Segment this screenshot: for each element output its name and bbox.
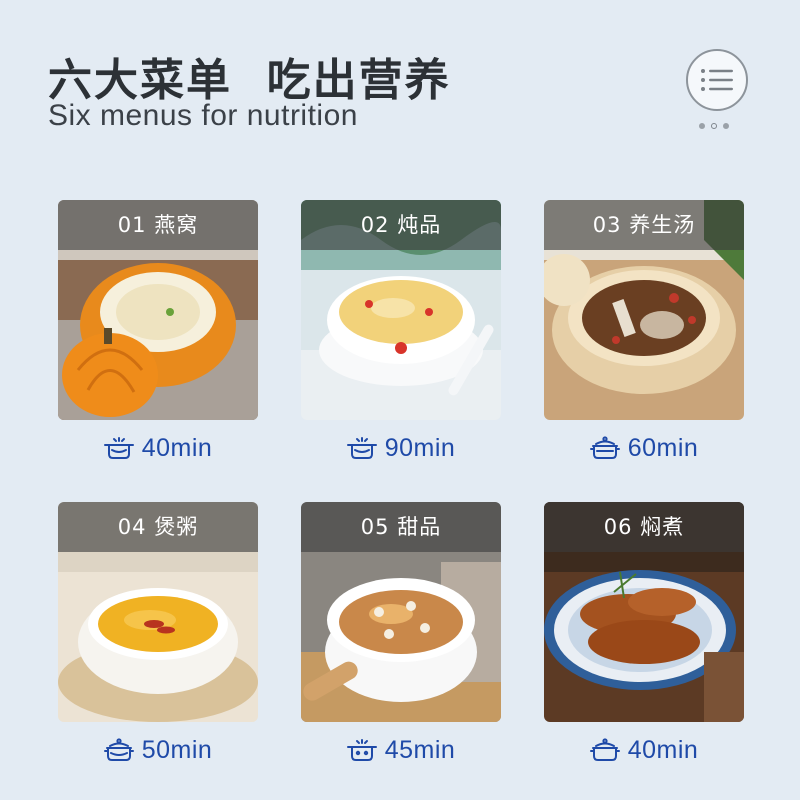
time-value: 50min	[141, 735, 213, 764]
time-value: 45min	[384, 735, 456, 764]
menu-card-bird-nest[interactable]: 01 燕窝	[58, 200, 258, 420]
menu-card-stew[interactable]: 02 炖品	[301, 200, 501, 420]
cook-time: 90min	[301, 428, 501, 468]
menu-button[interactable]	[686, 49, 748, 111]
cook-time: 50min	[58, 730, 258, 770]
menu-label: 01 燕窝	[58, 200, 258, 250]
time-value: 60min	[627, 433, 699, 462]
pot-icon	[346, 739, 377, 761]
time-value: 90min	[384, 433, 456, 462]
page-dot-active[interactable]	[711, 123, 717, 129]
pot-icon	[589, 436, 620, 459]
page-dot[interactable]	[699, 123, 705, 129]
menu-card-congee[interactable]: 04 煲粥	[58, 502, 258, 722]
menu-label: 02 炖品	[301, 200, 501, 250]
menu-card-braise[interactable]: 06 焖煮	[544, 502, 744, 722]
pot-icon	[103, 437, 134, 459]
page-dot[interactable]	[723, 123, 729, 129]
menu-card-health-soup[interactable]: 03 养生汤	[544, 200, 744, 420]
menu-card-dessert[interactable]: 05 甜品	[301, 502, 501, 722]
time-value: 40min	[627, 735, 699, 764]
menu-label: 06 焖煮	[544, 502, 744, 552]
pot-icon	[589, 738, 620, 761]
menu-label: 04 煲粥	[58, 502, 258, 552]
menu-label: 05 甜品	[301, 502, 501, 552]
page-subtitle: Six menus for nutrition	[48, 99, 358, 132]
cook-time: 40min	[544, 730, 744, 770]
cook-time: 45min	[301, 730, 501, 770]
time-value: 40min	[141, 433, 213, 462]
pot-icon	[346, 437, 377, 459]
cook-time: 60min	[544, 428, 744, 468]
list-icon	[701, 69, 733, 91]
menu-label: 03 养生汤	[544, 200, 744, 250]
page-indicator	[699, 123, 729, 129]
cook-time: 40min	[58, 428, 258, 468]
pot-icon	[103, 738, 134, 761]
